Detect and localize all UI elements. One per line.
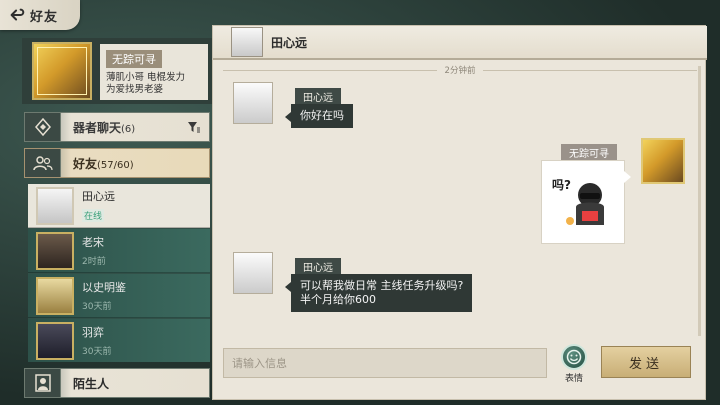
timestamp-text: 2分钟前 bbox=[444, 66, 476, 76]
message-input[interactable] bbox=[223, 348, 547, 378]
friend-avatar bbox=[36, 276, 74, 315]
profile-signature: 薄肌小哥 电棍发力 为爱找男老婆 bbox=[106, 72, 186, 95]
self-avatar[interactable] bbox=[641, 138, 685, 184]
friend-avatar bbox=[36, 231, 74, 270]
friend-list[interactable]: 田心远 在线 老宋 2时前 以史明鉴 30天前 羽弈 30天前 bbox=[28, 184, 210, 362]
message-bubble: 可以帮我做日常 主线任务升级吗? 半个月给你600 bbox=[284, 274, 473, 312]
friend-status: 30天前 bbox=[82, 347, 112, 357]
profile-name: 无踪可寻 bbox=[106, 50, 162, 68]
send-button[interactable]: 发送 bbox=[601, 346, 691, 378]
sender-avatar[interactable] bbox=[233, 252, 273, 294]
friend-item-yishimingjian[interactable]: 以史明鉴 30天前 bbox=[28, 274, 210, 318]
message-bubble: 你好在吗 bbox=[285, 104, 353, 128]
sender-name: 无踪可寻 bbox=[561, 144, 617, 161]
friend-status: 在线 bbox=[82, 209, 105, 222]
svg-text:吗?: 吗? bbox=[552, 178, 571, 192]
friend-status: 2时前 bbox=[82, 257, 106, 267]
strangers-category-icon bbox=[25, 369, 61, 397]
category-friends[interactable]: 好友(57/60) bbox=[24, 148, 210, 178]
profile-info: 无踪可寻 薄肌小哥 电棍发力 为爱找男老婆 bbox=[100, 44, 208, 100]
profile-card[interactable]: 无踪可寻 薄肌小哥 电棍发力 为爱找男老婆 bbox=[22, 38, 212, 104]
chat-scrollbar[interactable] bbox=[698, 66, 701, 336]
friend-name: 以史明鉴 bbox=[82, 281, 126, 294]
category-chat[interactable]: 器者聊天(6) bbox=[24, 112, 210, 142]
emoji-icon bbox=[566, 349, 582, 365]
message-timestamp: 2分钟前 bbox=[223, 64, 697, 76]
message-outgoing: 无踪可寻 吗? bbox=[541, 138, 691, 244]
emoji-label: 表情 bbox=[564, 374, 583, 384]
page-title: 好友 bbox=[30, 9, 59, 25]
sidebar: 无踪可寻 薄肌小哥 电棍发力 为爱找男老婆 器者聊天(6) 好友(57/60) … bbox=[22, 38, 212, 405]
back-arrow-icon[interactable] bbox=[8, 6, 26, 24]
chat-category-label: 器者聊天 bbox=[73, 120, 122, 135]
message-line: 半个月给你600 bbox=[300, 293, 376, 306]
friends-category-count: (57/60) bbox=[97, 159, 134, 171]
category-strangers[interactable]: 陌生人 bbox=[24, 368, 210, 398]
chat-panel: 田心远 2分钟前 田心远 你好在吗 无踪可寻 吗? 田心远 可以帮我做日常 主线 bbox=[212, 25, 707, 400]
friend-item-tianxinyuan[interactable]: 田心远 在线 bbox=[28, 184, 210, 228]
friend-avatar bbox=[36, 186, 74, 225]
message-line: 可以帮我做日常 主线任务升级吗? bbox=[300, 279, 464, 292]
chat-category-icon bbox=[25, 113, 61, 141]
header-tab: 好友 bbox=[0, 0, 80, 30]
friend-name: 羽弈 bbox=[82, 326, 104, 339]
filter-icon[interactable] bbox=[187, 120, 201, 134]
emoji-button[interactable]: 表情 bbox=[557, 344, 591, 384]
sender-avatar[interactable] bbox=[233, 82, 273, 124]
contact-name: 田心远 bbox=[271, 35, 308, 50]
friends-category-icon bbox=[25, 149, 61, 177]
message-incoming: 田心远 可以帮我做日常 主线任务升级吗? 半个月给你600 bbox=[233, 252, 533, 318]
sender-name: 田心远 bbox=[295, 258, 341, 275]
friend-name: 田心远 bbox=[82, 190, 115, 203]
friend-status: 30天前 bbox=[82, 302, 112, 312]
friend-name: 老宋 bbox=[82, 236, 104, 249]
friend-item-yuyi[interactable]: 羽弈 30天前 bbox=[28, 319, 210, 362]
friend-avatar bbox=[36, 321, 74, 360]
friends-category-label: 好友 bbox=[73, 156, 98, 171]
friend-item-laosong[interactable]: 老宋 2时前 bbox=[28, 229, 210, 273]
contact-avatar[interactable] bbox=[231, 27, 263, 57]
chat-category-count: (6) bbox=[121, 123, 136, 135]
profile-avatar[interactable] bbox=[32, 42, 92, 100]
sticker-image: 吗? bbox=[552, 178, 604, 225]
sender-name: 田心远 bbox=[295, 88, 341, 105]
strangers-category-label: 陌生人 bbox=[73, 376, 110, 391]
sticker-message[interactable]: 吗? bbox=[541, 160, 631, 244]
chat-header: 田心远 bbox=[213, 26, 707, 60]
message-incoming: 田心远 你好在吗 bbox=[233, 82, 433, 132]
